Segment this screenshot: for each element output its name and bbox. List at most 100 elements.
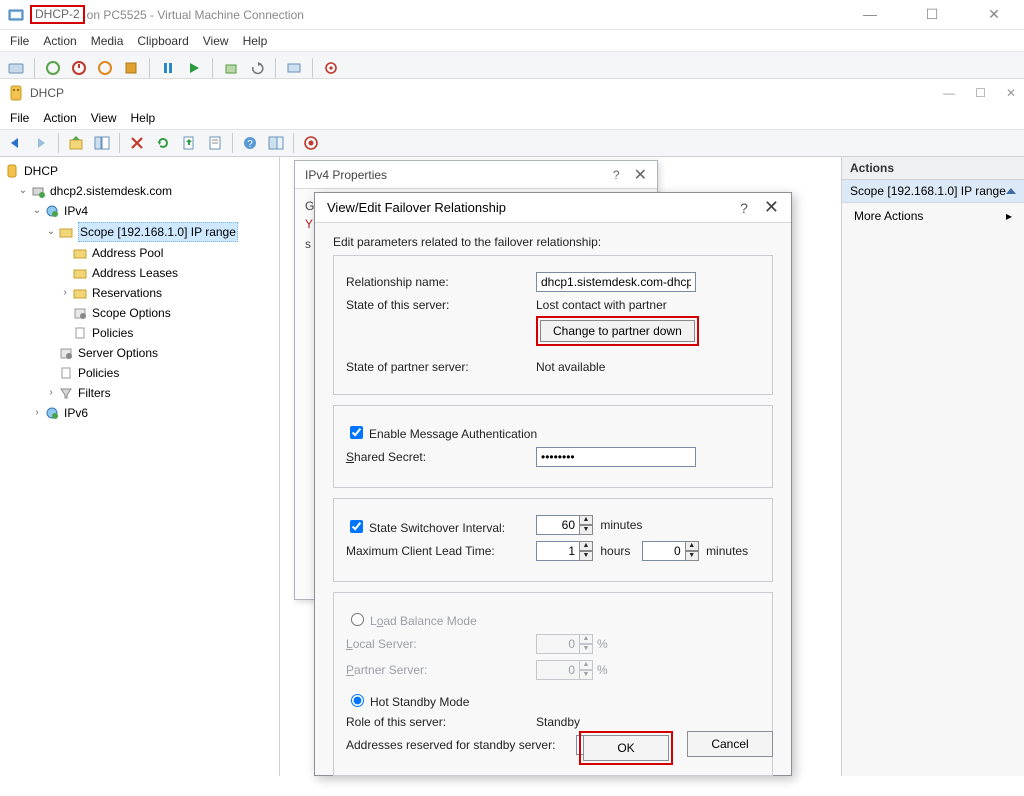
- tree-scope-policies[interactable]: Policies: [2, 323, 277, 343]
- dialog-close-icon[interactable]: ✕: [764, 197, 779, 218]
- dialog-help-icon[interactable]: ?: [740, 200, 748, 216]
- tree-ipv4[interactable]: ⌄ IPv4: [2, 201, 277, 221]
- dhcp-app-icon: [8, 85, 24, 101]
- mmc-menu-view[interactable]: View: [91, 111, 117, 125]
- failover-intro: Edit parameters related to the failover …: [333, 235, 773, 249]
- vm-connection-window: DHCP-2 on PC5525 - Virtual Machine Conne…: [0, 0, 1024, 776]
- mmc-menu-action[interactable]: Action: [43, 111, 76, 125]
- vm-titlebar: DHCP-2 on PC5525 - Virtual Machine Conne…: [0, 0, 1024, 30]
- mmc-menu-file[interactable]: File: [10, 111, 29, 125]
- mmc-titlebar: DHCP — ☐ ✕: [0, 79, 1024, 107]
- refresh-icon[interactable]: [152, 132, 174, 154]
- up-icon[interactable]: [65, 132, 87, 154]
- minimize-button[interactable]: —: [848, 6, 892, 23]
- chevron-right-icon: ▸: [1006, 209, 1012, 223]
- relationship-name-label: Relationship name:: [346, 275, 536, 289]
- load-balance-radio[interactable]: Load Balance Mode: [346, 609, 477, 628]
- ipv4-dialog-title: IPv4 Properties: [305, 168, 387, 182]
- help-icon[interactable]: ?: [613, 168, 620, 182]
- menu-file[interactable]: File: [10, 34, 29, 48]
- failover-title: View/Edit Failover Relationship: [327, 200, 506, 215]
- delete-icon[interactable]: [126, 132, 148, 154]
- mmc-menu-help[interactable]: Help: [131, 111, 156, 125]
- group-timing: State Switchover Interval: ▲▼ minutes Ma…: [333, 498, 773, 582]
- mclt-minutes-spinner[interactable]: ▲▼: [642, 541, 699, 561]
- show-hide-tree-icon[interactable]: [91, 132, 113, 154]
- role-label: Role of this server:: [346, 715, 536, 729]
- tree-ipv6[interactable]: ›IPv6: [2, 403, 277, 423]
- tree-root-dhcp[interactable]: DHCP: [2, 161, 277, 181]
- change-partner-down-button[interactable]: Change to partner down: [540, 320, 695, 342]
- menu-action[interactable]: Action: [43, 34, 76, 48]
- tree-address-leases[interactable]: Address Leases: [2, 263, 277, 283]
- shutdown-icon[interactable]: [95, 58, 115, 78]
- tree-server[interactable]: ⌄ dhcp2.sistemdesk.com: [2, 181, 277, 201]
- vm-menubar: File Action Media Clipboard View Help: [0, 30, 1024, 52]
- group-auth: Enable Message Authentication Shared Sec…: [333, 405, 773, 488]
- maximize-button[interactable]: ☐: [910, 6, 954, 23]
- relationship-name-field[interactable]: [536, 272, 696, 292]
- mclt-minutes-unit: minutes: [706, 544, 748, 558]
- failover-dialog[interactable]: View/Edit Failover Relationship ? ✕ Edit…: [314, 192, 792, 776]
- reset-icon[interactable]: [184, 58, 204, 78]
- help-icon[interactable]: ?: [239, 132, 261, 154]
- actions-more[interactable]: More Actions ▸: [842, 203, 1024, 229]
- tree-scope-options[interactable]: Scope Options: [2, 303, 277, 323]
- hot-standby-radio[interactable]: Hot Standby Mode: [346, 690, 469, 709]
- switchover-minutes-spinner[interactable]: ▲▼: [536, 515, 593, 535]
- close-icon[interactable]: ✕: [634, 165, 647, 185]
- mmc-minimize-button[interactable]: —: [943, 86, 955, 100]
- mmc-maximize-button[interactable]: ☐: [975, 86, 986, 100]
- mmc-menubar: File Action View Help: [0, 107, 1024, 129]
- checkpoint-icon[interactable]: [221, 58, 241, 78]
- state-switchover-checkbox[interactable]: State Switchover Interval:: [346, 516, 536, 535]
- revert-icon[interactable]: [247, 58, 267, 78]
- menu-media[interactable]: Media: [91, 34, 124, 48]
- actions-scope-heading[interactable]: Scope [192.168.1.0] IP range: [842, 180, 1024, 203]
- enhanced-session-icon[interactable]: [284, 58, 304, 78]
- turnoff-icon[interactable]: [69, 58, 89, 78]
- partner-server-spinner: ▲▼: [536, 660, 593, 680]
- failover-titlebar[interactable]: View/Edit Failover Relationship ? ✕: [315, 193, 791, 223]
- failover-footer: OK Cancel: [315, 731, 791, 765]
- state-this-server-value: Lost contact with partner: [536, 298, 760, 312]
- tree-policies[interactable]: Policies: [2, 363, 277, 383]
- tree-server-options[interactable]: Server Options: [2, 343, 277, 363]
- shared-secret-label: Shared Secret:: [346, 450, 536, 464]
- tree-address-pool[interactable]: Address Pool: [2, 243, 277, 263]
- menu-clipboard[interactable]: Clipboard: [137, 34, 188, 48]
- mclt-hours-spinner[interactable]: ▲▼: [536, 541, 593, 561]
- menu-help[interactable]: Help: [243, 34, 268, 48]
- export-icon[interactable]: [178, 132, 200, 154]
- menu-view[interactable]: View: [203, 34, 229, 48]
- ctrl-alt-del-icon[interactable]: [6, 58, 26, 78]
- panel-icon[interactable]: [265, 132, 287, 154]
- pause-icon[interactable]: [158, 58, 178, 78]
- mmc-close-button[interactable]: ✕: [1006, 86, 1016, 100]
- local-server-label: Local Server:: [346, 637, 536, 651]
- start-icon[interactable]: [43, 58, 63, 78]
- tree-filters[interactable]: ›Filters: [2, 383, 277, 403]
- tree-reservations[interactable]: ›Reservations: [2, 283, 277, 303]
- tree-pane[interactable]: DHCP ⌄ dhcp2.sistemdesk.com ⌄ IPv4 ⌄: [0, 157, 280, 776]
- mmc-toolbar: ?: [0, 129, 1024, 157]
- enable-msg-auth-checkbox[interactable]: Enable Message Authentication: [346, 422, 537, 441]
- nav-back-icon[interactable]: [4, 132, 26, 154]
- properties-icon[interactable]: [204, 132, 226, 154]
- cancel-button[interactable]: Cancel: [687, 731, 773, 757]
- mclt-hours-unit: hours: [600, 544, 630, 558]
- actions-header: Actions: [842, 157, 1024, 180]
- group-relationship-state: Relationship name: State of this server:…: [333, 255, 773, 395]
- save-icon[interactable]: [121, 58, 141, 78]
- mmc-title: DHCP: [30, 86, 64, 100]
- tree-scope[interactable]: ⌄ Scope [192.168.1.0] IP range: [2, 221, 277, 243]
- shared-secret-field[interactable]: [536, 447, 696, 467]
- actions-pane: Actions Scope [192.168.1.0] IP range Mor…: [842, 157, 1024, 776]
- ok-button[interactable]: OK: [583, 735, 669, 761]
- nav-forward-icon[interactable]: [30, 132, 52, 154]
- partner-server-label: Partner Server:: [346, 663, 536, 677]
- record-icon[interactable]: [300, 132, 322, 154]
- ipv4-dialog-titlebar[interactable]: IPv4 Properties ? ✕: [295, 161, 657, 189]
- share-icon[interactable]: [321, 58, 341, 78]
- close-button[interactable]: ✕: [972, 6, 1016, 23]
